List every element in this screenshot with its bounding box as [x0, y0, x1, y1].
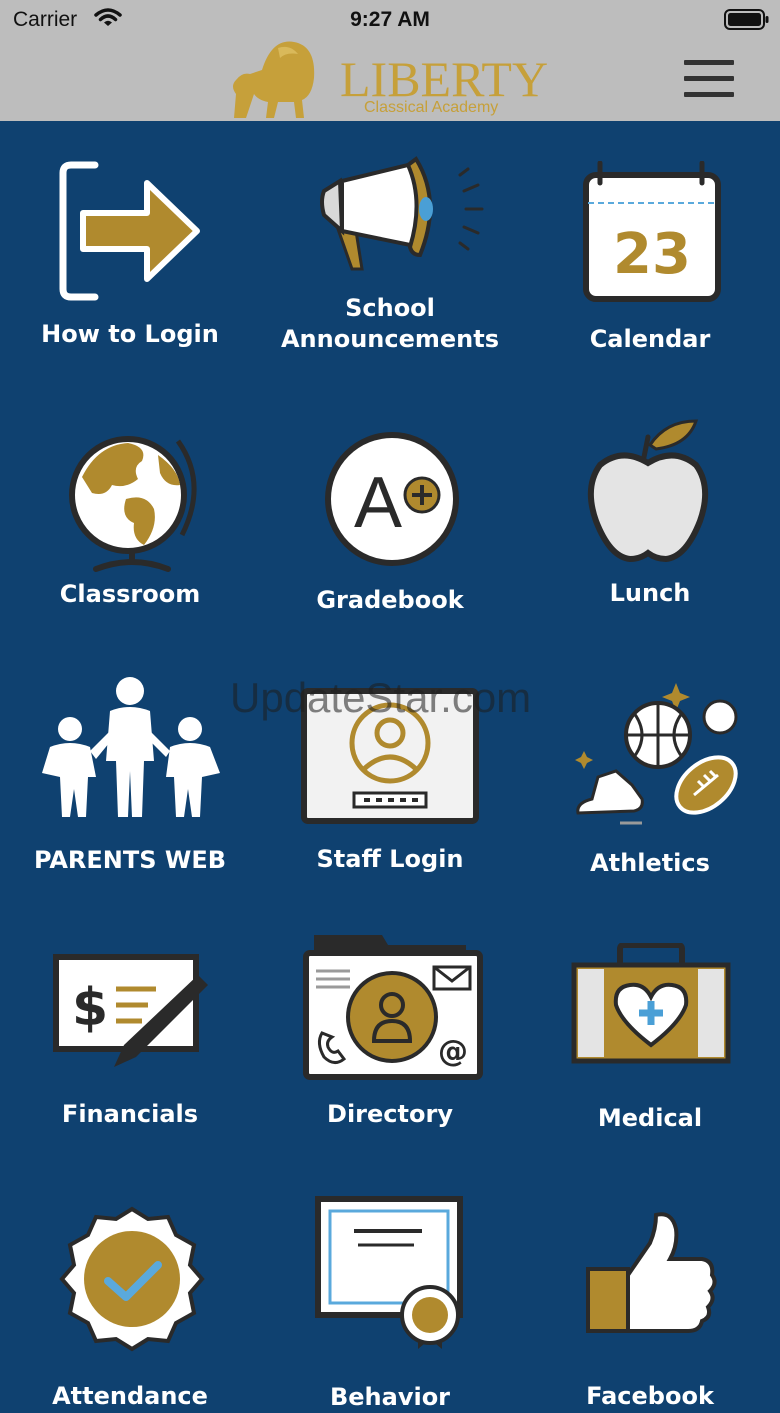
certificate-icon [315, 1196, 463, 1349]
tile-how-to-login[interactable]: How to Login [0, 121, 260, 379]
tile-label: Directory [327, 1100, 453, 1128]
family-icon [42, 677, 220, 817]
tile-financials[interactable]: $ Financials [0, 895, 260, 1153]
tile-school-announcements[interactable]: School Announcements [260, 121, 520, 379]
calendar-icon: 23 [583, 161, 721, 302]
clock: 9:27 AM [350, 8, 430, 31]
tile-label: PARENTS WEB [33, 846, 227, 874]
login-arrow-icon [59, 161, 200, 301]
logo-subtitle: Classical Academy [364, 99, 498, 116]
tile-label: Athletics [590, 849, 710, 877]
apple-icon [587, 419, 709, 563]
contact-card-icon: @ [303, 935, 483, 1080]
tile-label: Classroom [59, 580, 201, 608]
grade-letter: A [354, 463, 402, 543]
tile-label: How to Login [41, 320, 219, 348]
status-bar: Carrier 9:27 AM [0, 0, 780, 40]
tile-label: School Announcements [280, 294, 500, 353]
lion-icon [233, 41, 315, 118]
check-pen-icon: $ [53, 954, 208, 1067]
tile-directory[interactable]: @ Directory [260, 895, 520, 1153]
module-grid: How to Login School Announcements 23 Cal… [0, 121, 780, 1411]
tile-label: Medical [597, 1104, 703, 1132]
tile-medical[interactable]: Medical [520, 895, 780, 1153]
tile-behavior[interactable]: Behavior [260, 1153, 520, 1411]
tile-label: Gradebook [316, 586, 464, 614]
svg-text:@: @ [438, 1034, 468, 1069]
checkmark-badge-icon [59, 1206, 205, 1352]
tile-classroom[interactable]: Classroom [0, 379, 260, 637]
tile-staff-login[interactable]: Staff Login [260, 637, 520, 895]
svg-text:$: $ [72, 978, 108, 1038]
tile-athletics[interactable]: Athletics [520, 637, 780, 895]
tile-lunch[interactable]: Lunch [520, 379, 780, 637]
tile-calendar[interactable]: 23 Calendar [520, 121, 780, 379]
grade-a-plus-icon: A [325, 432, 459, 566]
staff-badge-icon [301, 688, 479, 824]
school-logo[interactable]: LIBERTY Classical Academy [228, 40, 548, 121]
sports-balls-icon [575, 683, 738, 825]
battery-icon [724, 9, 769, 30]
thumbs-up-icon [586, 1212, 717, 1333]
tile-label: Attendance [52, 1382, 208, 1410]
hamburger-menu-icon[interactable] [684, 60, 734, 102]
globe-icon [69, 436, 197, 572]
tile-label: Financials [61, 1100, 199, 1128]
tile-label: Facebook [586, 1382, 714, 1410]
tile-label: Calendar [589, 325, 711, 353]
tile-attendance[interactable]: Attendance [0, 1153, 260, 1411]
tile-label: Staff Login [316, 845, 464, 873]
tile-facebook[interactable]: Facebook [520, 1153, 780, 1411]
tile-parents-web[interactable]: PARENTS WEB [0, 637, 260, 895]
medical-kit-icon [571, 943, 731, 1064]
app-header: LIBERTY Classical Academy [0, 40, 780, 121]
tile-label: Lunch [609, 579, 691, 607]
megaphone-icon [320, 156, 484, 271]
tile-gradebook[interactable]: A Gradebook [260, 379, 520, 637]
calendar-day: 23 [613, 222, 691, 287]
